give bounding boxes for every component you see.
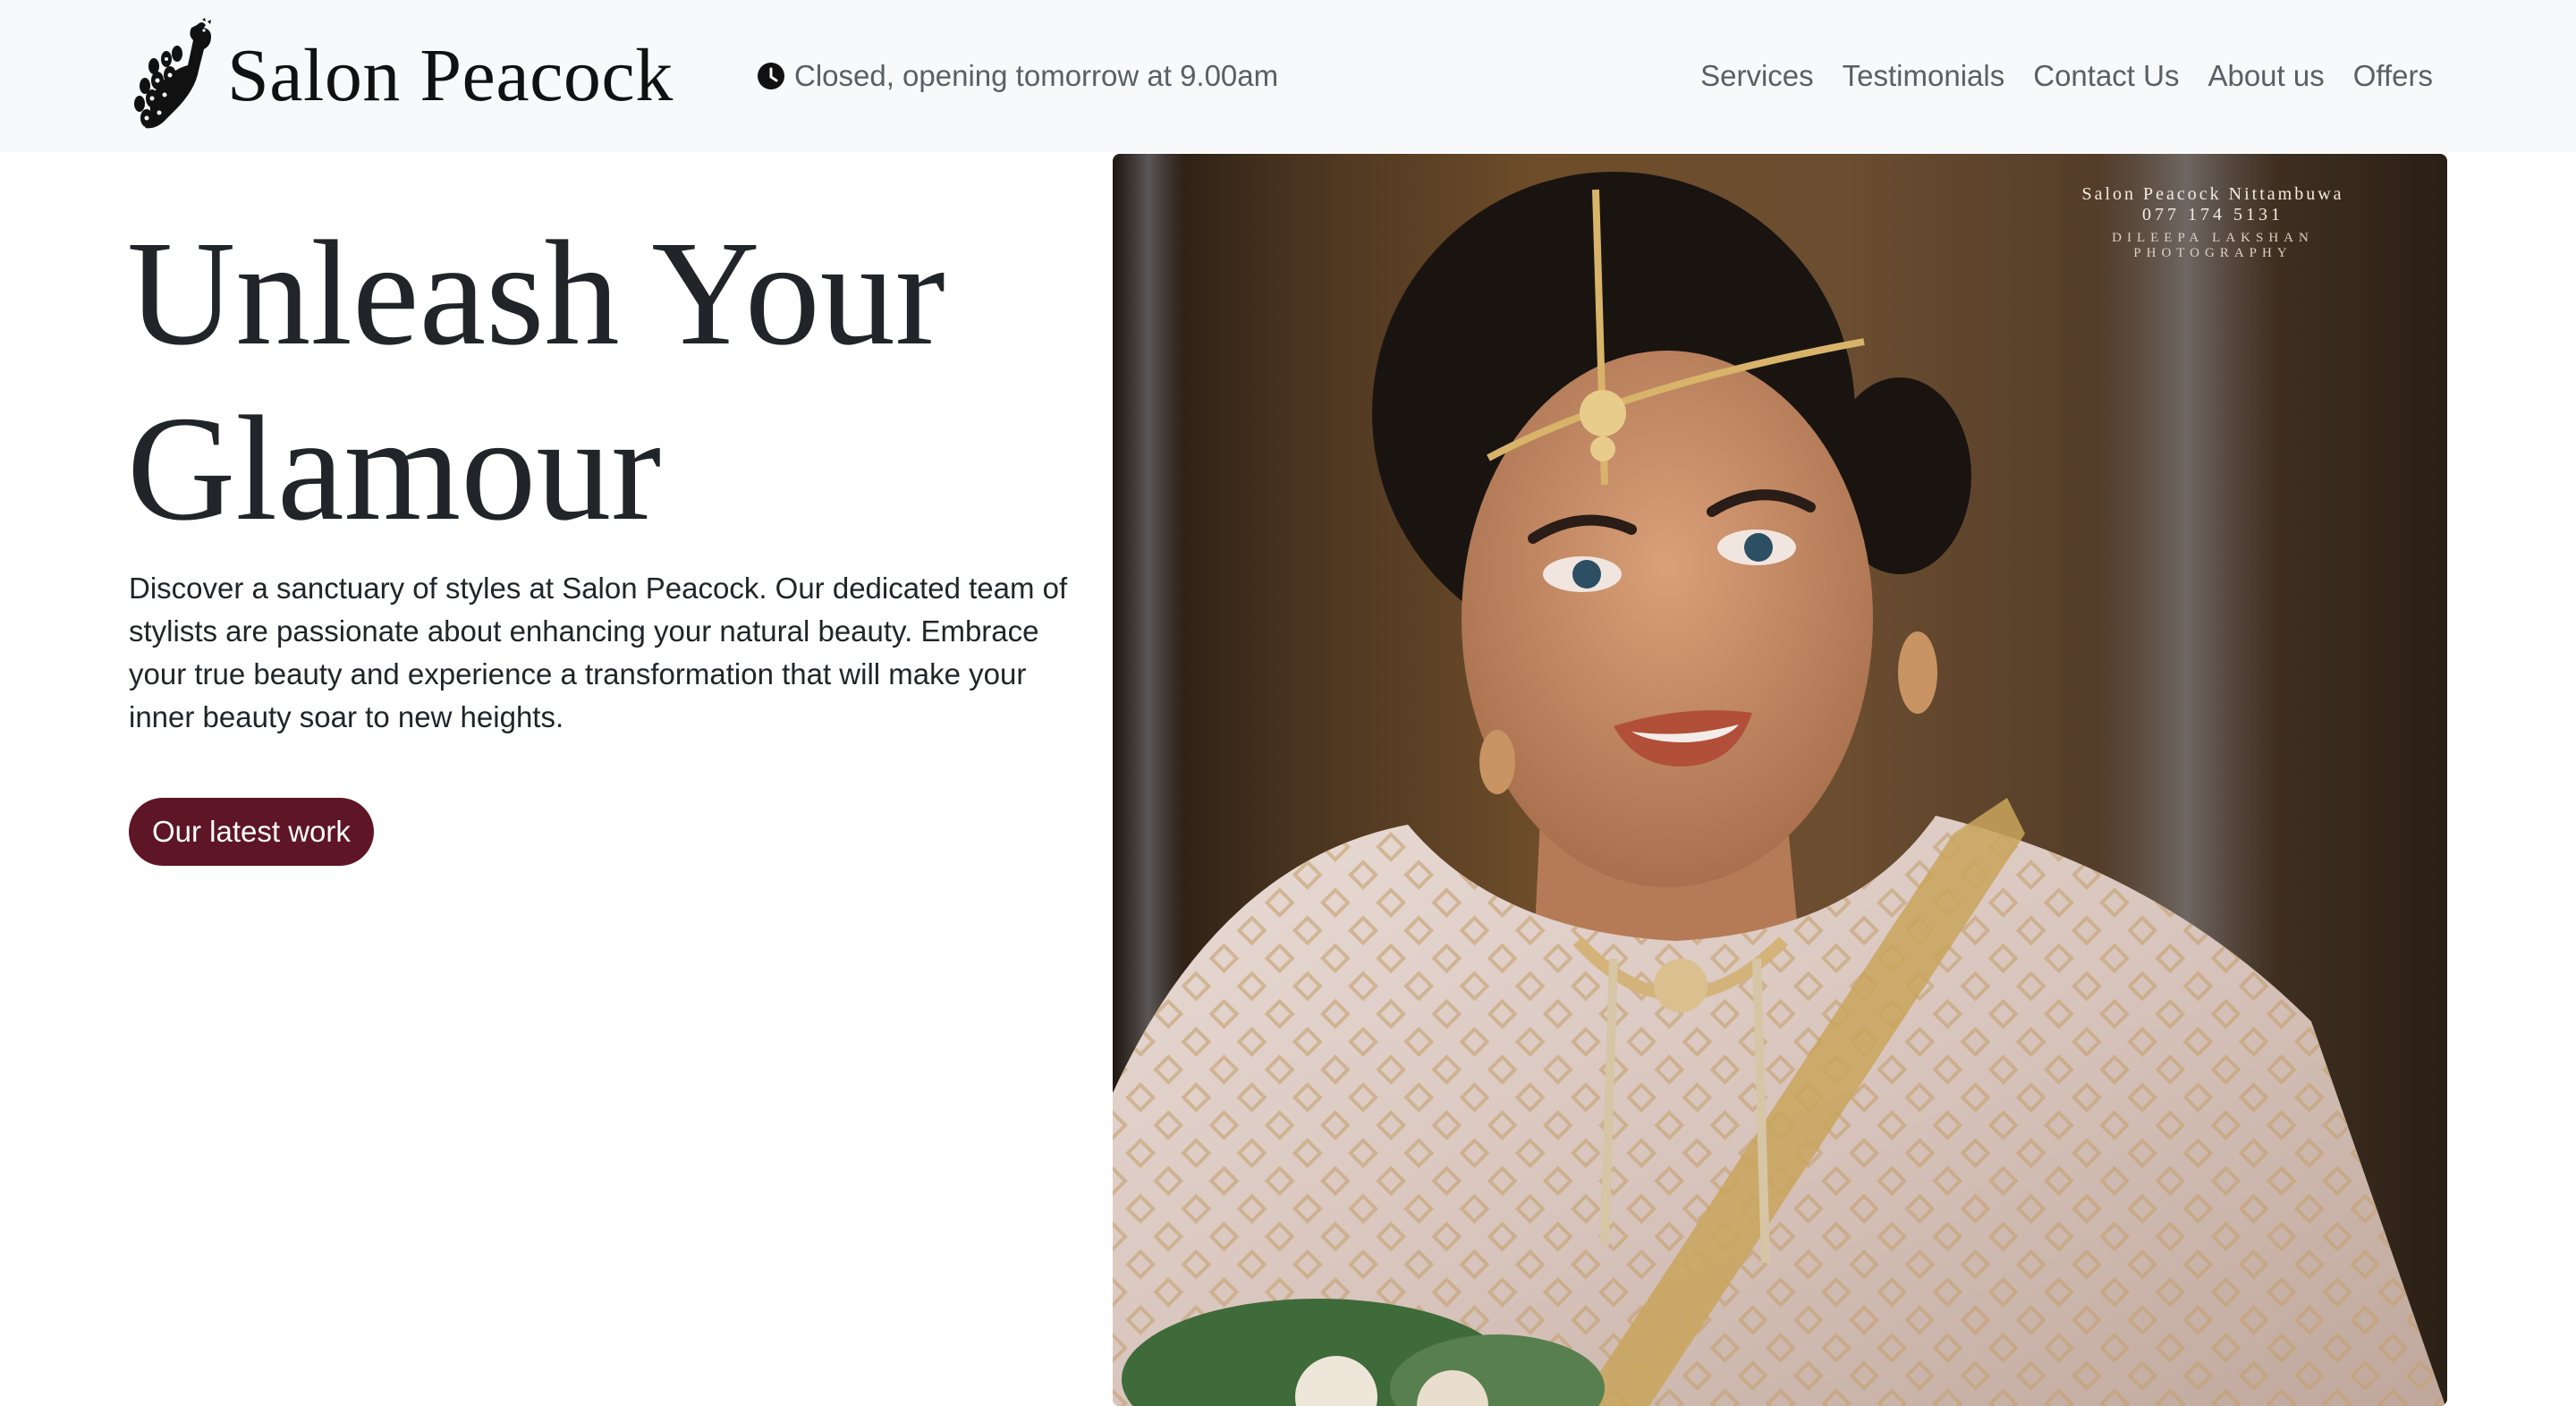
opening-status: Closed, opening tomorrow at 9.00am: [757, 54, 1278, 98]
hero-photo: Salon Peacock Nittambuwa 077 174 5131 DI…: [1113, 154, 2447, 1406]
watermark-salon: Salon Peacock Nittambuwa: [2081, 184, 2344, 204]
nav-testimonials[interactable]: Testimonials: [1843, 59, 2005, 93]
photo-watermark: Salon Peacock Nittambuwa 077 174 5131 DI…: [2025, 184, 2401, 261]
nav-offers[interactable]: Offers: [2353, 59, 2433, 93]
watermark-photographer: DILEEPA LAKSHAN: [2112, 231, 2314, 245]
clock-icon: [758, 63, 784, 89]
nav-contact-us[interactable]: Contact Us: [2033, 59, 2179, 93]
watermark-photography: PHOTOGRAPHY: [2133, 246, 2292, 260]
nav-about-us[interactable]: About us: [2207, 59, 2324, 93]
nav-services[interactable]: Services: [1700, 59, 1814, 93]
hero-description: Discover a sanctuary of styles at Salon …: [129, 572, 1068, 733]
latest-work-button[interactable]: Our latest work: [129, 798, 374, 866]
main-nav: Services Testimonials Contact Us About u…: [1700, 54, 2433, 98]
watermark-phone: 077 174 5131: [2142, 205, 2284, 224]
navbar: Salon Peacock Closed, opening tomorrow a…: [0, 0, 2576, 152]
brand-name: Salon Peacock: [227, 34, 674, 117]
brand-link[interactable]: Salon Peacock: [127, 16, 674, 136]
peacock-logo-icon: [127, 18, 225, 134]
hero-title: Unleash Your Glamour: [127, 210, 945, 552]
bride-portrait-illustration: [1113, 154, 2445, 1406]
status-text: Closed, opening tomorrow at 9.00am: [794, 59, 1279, 92]
